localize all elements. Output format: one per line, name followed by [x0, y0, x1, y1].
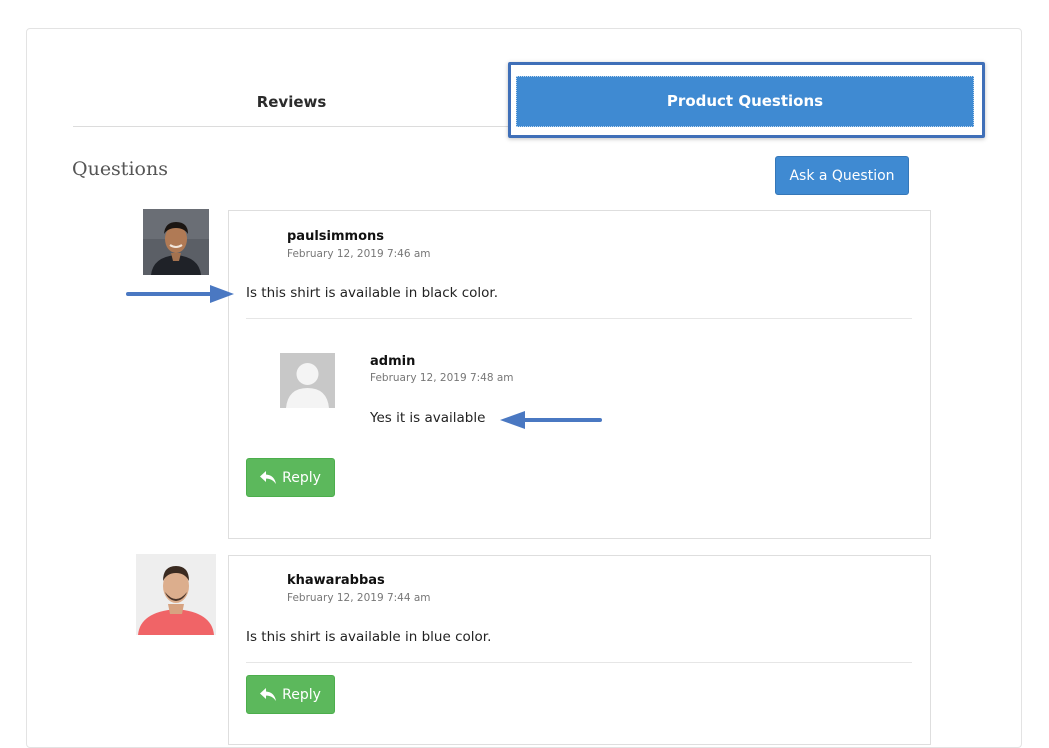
reply-button-label: Reply: [282, 686, 321, 703]
tab-reviews[interactable]: Reviews: [73, 78, 510, 126]
reply-icon: [260, 470, 277, 484]
answer-text: Yes it is available: [370, 410, 486, 426]
answer-author: admin: [370, 354, 416, 369]
tab-product-questions[interactable]: Product Questions: [516, 76, 974, 127]
question-text: Is this shirt is available in blue color…: [246, 629, 492, 645]
reply-button-label: Reply: [282, 469, 321, 486]
arrow-annotation-icon: [500, 411, 602, 429]
answer-timestamp: February 12, 2019 7:48 am: [370, 372, 514, 384]
default-avatar-icon: [280, 353, 335, 408]
question-timestamp: February 12, 2019 7:44 am: [287, 592, 431, 604]
reply-button[interactable]: Reply: [246, 675, 335, 714]
question-divider: [246, 318, 912, 319]
reply-button[interactable]: Reply: [246, 458, 335, 497]
question-author: paulsimmons: [287, 229, 384, 244]
question-timestamp: February 12, 2019 7:46 am: [287, 248, 431, 260]
question-text: Is this shirt is available in black colo…: [246, 285, 499, 301]
question-author: khawarabbas: [287, 573, 385, 588]
arrow-annotation-icon: [126, 285, 234, 303]
ask-question-button[interactable]: Ask a Question: [775, 156, 909, 195]
avatar-khawarabbas: [136, 554, 216, 635]
tab-underline: [73, 126, 510, 127]
avatar-paulsimmons: [143, 209, 209, 275]
questions-heading: Questions: [72, 158, 168, 180]
question-divider: [246, 662, 912, 663]
reply-icon: [260, 687, 277, 701]
